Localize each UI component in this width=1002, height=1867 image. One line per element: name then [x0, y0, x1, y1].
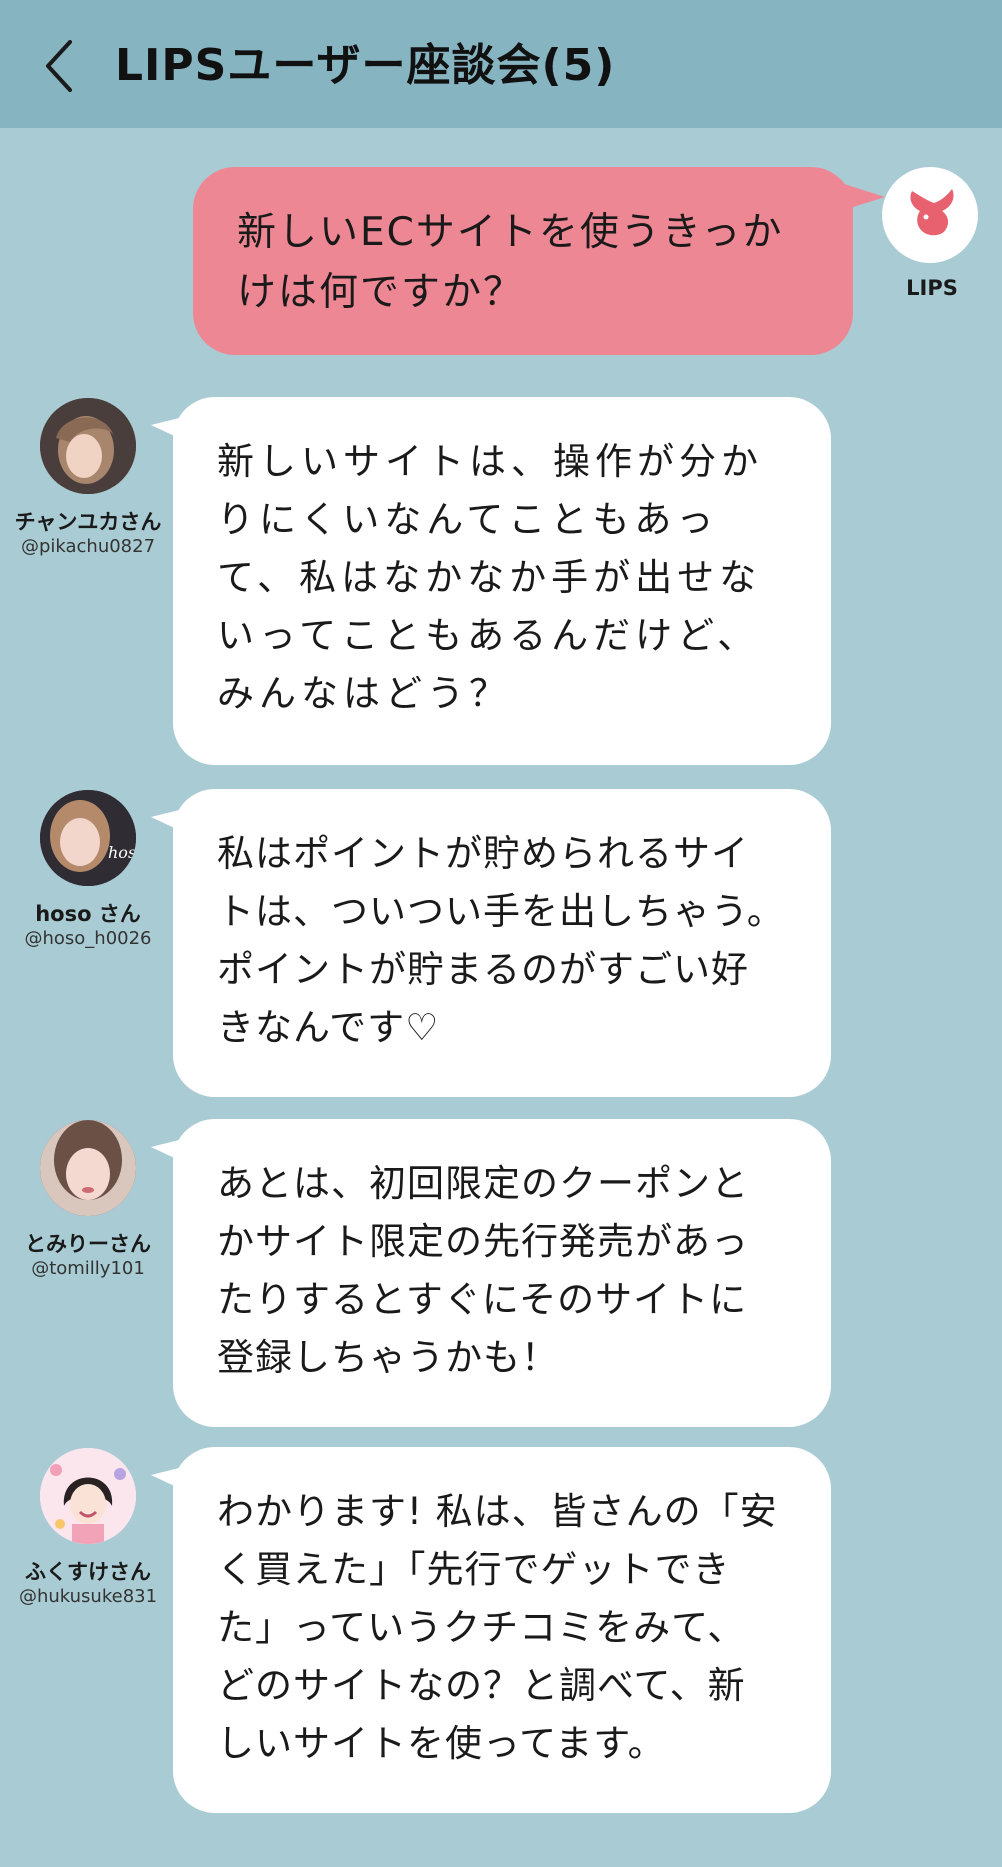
avatar — [40, 398, 136, 494]
bubble-tail — [151, 415, 191, 441]
user-name: hoso さん — [35, 902, 141, 926]
bubble-tail — [151, 1137, 191, 1163]
message-text: あとは、初回限定のクーポンと かサイト限定の先行発売があっ たりするとすぐにその… — [217, 1162, 749, 1379]
bubble-tail — [841, 183, 885, 209]
user-handle: @hoso_h0026 — [24, 928, 152, 949]
user-illustration-icon — [40, 1448, 136, 1544]
message-bubble: あとは、初回限定のクーポンと かサイト限定の先行発売があっ たりするとすぐにその… — [151, 1119, 831, 1427]
avatar: hoso — [40, 790, 136, 886]
user-handle: @hukusuke831 — [18, 1586, 158, 1607]
user-photo-icon: hoso — [40, 790, 136, 886]
bubble-tail — [151, 1465, 191, 1491]
lips-label: LIPS — [906, 276, 958, 300]
user-name: ふくすけさん — [25, 1560, 151, 1584]
avatar-text: hoso — [108, 843, 136, 862]
user-photo-icon — [40, 1120, 136, 1216]
chevron-left-icon[interactable] — [40, 36, 80, 96]
question-bubble: 新しいECサイトを使うきっか けは何ですか？ — [193, 167, 885, 355]
avatar — [40, 1120, 136, 1216]
user-handle: @tomilly101 — [31, 1258, 145, 1279]
message-bubble: 私はポイントが貯められるサイ トは、ついつい手を出しちゃう。 ポイントが貯まるの… — [151, 789, 831, 1097]
bubble-tail — [151, 807, 191, 833]
question-text: 新しいECサイトを使うきっか けは何ですか？ — [237, 210, 784, 315]
lips-logo-icon — [910, 189, 954, 236]
message-bubble: わかります! 私は、皆さんの「安 く買えた」「先行でゲットでき た」っていうクチ… — [151, 1447, 831, 1813]
message-bubble: 新しいサイトは、操作が分か りにくいなんてこともあっ て、私はなかなか手が出せな… — [151, 397, 831, 765]
message-text: 私はポイントが貯められるサイ トは、ついつい手を出しちゃう。 ポイントが貯まるの… — [217, 832, 785, 1049]
user-name: チャンユカさん — [14, 510, 162, 534]
app-header: LIPSユーザー座談会(5) — [0, 0, 1002, 128]
page-title: LIPSユーザー座談会(5) — [115, 40, 616, 91]
user-name: とみりーさん — [25, 1232, 151, 1256]
user-photo-icon — [40, 398, 136, 494]
user-handle: @pikachu0827 — [20, 536, 156, 557]
message-text: 新しいサイトは、操作が分か りにくいなんてこともあっ て、私はなかなか手が出せな… — [217, 440, 763, 715]
avatar — [40, 1448, 136, 1544]
message-text: わかります! 私は、皆さんの「安 く買えた」「先行でゲットでき た」っていうクチ… — [217, 1490, 778, 1765]
lips-avatar — [882, 167, 978, 263]
